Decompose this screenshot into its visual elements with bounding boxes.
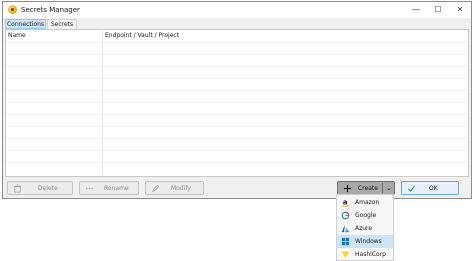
app-icon [8, 5, 17, 14]
menu-item-label: Amazon [355, 199, 380, 206]
azure-icon [341, 224, 350, 233]
grid-line [6, 90, 468, 91]
menu-item-label: Azure [355, 225, 373, 232]
menu-item-windows[interactable]: Windows [337, 235, 393, 248]
menu-item-amazon[interactable]: a Amazon [337, 196, 393, 209]
rename-button[interactable]: Rename [79, 181, 139, 195]
ellipsis-icon [86, 187, 93, 190]
menu-item-label: Google [355, 212, 377, 219]
maximize-button[interactable]: ☐ [427, 2, 449, 18]
menu-item-label: HashiCorp [355, 251, 386, 258]
amazon-icon: a [342, 198, 349, 207]
modify-label: Modify [171, 185, 191, 192]
close-button[interactable]: ✕ [449, 2, 471, 18]
tab-connections[interactable]: Connections [5, 19, 46, 29]
checkmark-icon [407, 185, 416, 193]
grid-line [6, 162, 468, 163]
title-bar[interactable]: Secrets Manager — ☐ ✕ [3, 2, 471, 18]
delete-label: Delete [38, 185, 58, 192]
grid-line [6, 138, 468, 139]
ok-button[interactable]: OK [401, 181, 459, 195]
tab-secrets[interactable]: Secrets [47, 19, 77, 29]
create-dropdown-menu: a Amazon Google Azure Windows HashiCorp [336, 194, 394, 261]
window-title: Secrets Manager [21, 6, 80, 14]
pencil-icon [152, 184, 160, 192]
plus-icon [343, 184, 352, 193]
rename-label: Rename [104, 185, 129, 192]
grid-line [6, 42, 468, 43]
column-header-endpoint[interactable]: Endpoint / Vault / Project [105, 32, 179, 39]
svg-text:a: a [343, 198, 348, 206]
google-icon [341, 211, 350, 220]
modify-button[interactable]: Modify [145, 181, 204, 195]
trash-icon [13, 184, 22, 193]
grid-line [6, 114, 468, 115]
grid-line [6, 66, 468, 67]
minimize-button[interactable]: — [405, 2, 427, 18]
chevron-down-icon[interactable]: ⌄ [386, 184, 392, 192]
grid-line [6, 54, 468, 55]
grid-line [6, 78, 468, 79]
menu-item-azure[interactable]: Azure [337, 222, 393, 235]
create-split-button[interactable]: Create ⌄ [337, 181, 395, 195]
windows-icon [341, 237, 350, 246]
create-label: Create [358, 185, 378, 192]
grid-line [6, 102, 468, 103]
column-header-name[interactable]: Name [8, 32, 26, 39]
menu-item-google[interactable]: Google [337, 209, 393, 222]
split-separator [382, 183, 383, 193]
menu-item-hashicorp[interactable]: HashiCorp [337, 248, 393, 260]
connections-list[interactable]: Name Endpoint / Vault / Project [5, 29, 469, 177]
delete-button[interactable]: Delete [7, 181, 73, 195]
ok-label: OK [429, 185, 438, 192]
hashicorp-icon [341, 251, 350, 259]
menu-item-label: Windows [355, 238, 382, 245]
grid-line [6, 150, 468, 151]
button-bar: Delete Rename Modify Create ⌄ OK [3, 178, 471, 198]
column-divider [102, 30, 103, 176]
grid-line [6, 126, 468, 127]
secrets-manager-window: Secrets Manager — ☐ ✕ Connections Secret… [2, 1, 472, 199]
